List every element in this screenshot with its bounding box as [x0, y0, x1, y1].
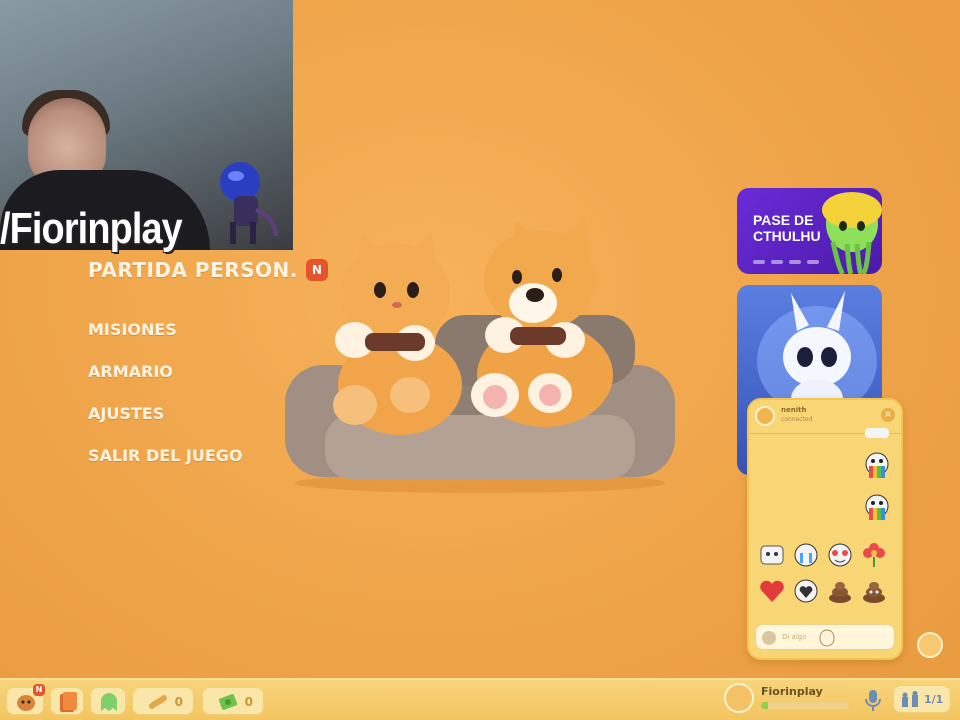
- settings-button[interactable]: AJUSTES: [88, 404, 243, 424]
- alien-mascot-icon: [220, 162, 279, 244]
- emote-picker: [757, 540, 895, 606]
- party-button[interactable]: 1/1: [893, 685, 951, 713]
- heart-eyes-emote-icon[interactable]: [825, 540, 855, 570]
- cash-currency[interactable]: 0: [202, 687, 264, 715]
- cards-button[interactable]: [50, 687, 84, 715]
- quit-game-button[interactable]: SALIR DEL JUEGO: [88, 446, 243, 466]
- chat-user-avatar: [755, 406, 775, 426]
- bone-icon: [149, 695, 167, 709]
- chat-messages: [749, 428, 901, 532]
- heart-emote-icon[interactable]: [757, 576, 787, 606]
- battle-pass-title-line2: CTHULHU: [753, 228, 821, 244]
- shocked-emote-icon[interactable]: [757, 540, 787, 570]
- poop-emote-icon[interactable]: [825, 576, 855, 606]
- cash-icon: [218, 694, 238, 710]
- chat-input-placeholder: Di algo: [782, 633, 807, 641]
- chat-user-status: connected: [781, 416, 813, 423]
- chat-toggle-avatar[interactable]: [917, 632, 943, 658]
- custom-match-button[interactable]: PARTIDA PERSON.: [88, 258, 298, 282]
- microphone-icon[interactable]: [860, 686, 886, 714]
- poop-angry-emote-icon[interactable]: [859, 576, 889, 606]
- party-icon: [902, 691, 918, 707]
- wardrobe-button[interactable]: ARMARIO: [88, 362, 243, 382]
- bones-count: 0: [174, 695, 183, 709]
- broken-heart-emote-icon[interactable]: [791, 576, 821, 606]
- chat-username: nenith: [781, 406, 807, 414]
- cards-icon: [60, 692, 77, 712]
- chat-panel: nenith connected × Di algo: [747, 398, 903, 660]
- crying-emote-icon[interactable]: [791, 540, 821, 570]
- main-menu: MISIONES ARMARIO AJUSTES SALIR DEL JUEGO: [88, 320, 243, 488]
- cthulhu-character-icon: [822, 192, 882, 274]
- close-icon[interactable]: ×: [881, 408, 895, 422]
- battle-pass-card[interactable]: PASE DE CTHULHU: [737, 188, 882, 274]
- rainbow-cry-emote-icon: [865, 452, 889, 478]
- ghost-button[interactable]: [90, 687, 126, 715]
- battle-pass-pager: [753, 260, 819, 264]
- chat-input[interactable]: Di algo: [755, 624, 895, 650]
- player-profile[interactable]: Fiorinplay: [724, 680, 854, 718]
- party-count: 1/1: [924, 693, 944, 706]
- missions-button[interactable]: MISIONES: [88, 320, 243, 340]
- stream-channel-name: /Fiorinplay: [0, 204, 183, 253]
- player-avatar: [724, 683, 754, 713]
- flower-emote-icon[interactable]: [859, 540, 889, 570]
- pet-button[interactable]: N: [6, 684, 45, 715]
- cash-count: 0: [244, 695, 253, 709]
- emoji-icon[interactable]: [762, 631, 776, 645]
- bones-currency[interactable]: 0: [132, 687, 194, 715]
- xp-progress-fill: [761, 702, 769, 709]
- pointer-cursor-icon: [819, 629, 835, 647]
- player-name: Fiorinplay: [761, 685, 823, 698]
- rainbow-cry-emote-icon: [865, 494, 889, 520]
- lobby-pets-on-couch: [285, 217, 675, 493]
- notification-badge: N: [33, 684, 45, 696]
- battle-pass-title: PASE DE CTHULHU: [753, 212, 821, 244]
- battle-pass-title-line1: PASE DE: [753, 212, 814, 228]
- xp-progress-bar: [761, 702, 849, 709]
- rainbow-cry-emote-icon: [865, 428, 889, 438]
- ghost-icon: [101, 693, 117, 711]
